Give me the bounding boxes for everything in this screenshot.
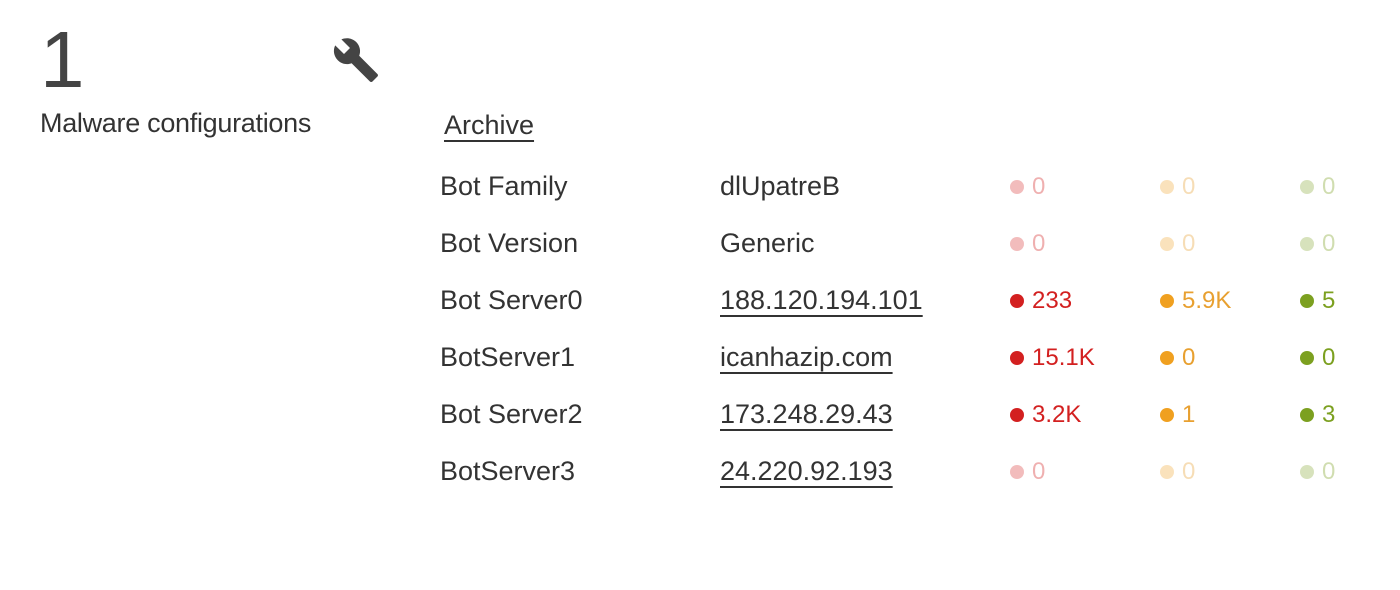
stat-orange: 0 (1160, 173, 1300, 201)
row-label: BotServer1 (440, 342, 720, 373)
stat-green: 0 (1300, 344, 1380, 372)
dot-red-icon (1010, 294, 1024, 308)
stat-value: 0 (1182, 458, 1195, 486)
stat-value: 0 (1322, 230, 1335, 258)
dot-orange-icon (1160, 408, 1174, 422)
dot-red-icon (1010, 465, 1024, 479)
dot-green-icon (1300, 294, 1314, 308)
wrench-icon (332, 36, 380, 84)
dot-green-icon (1300, 465, 1314, 479)
stat-green: 0 (1300, 173, 1380, 201)
row-label: BotServer3 (440, 456, 720, 487)
dot-orange-icon (1160, 294, 1174, 308)
row-value-link[interactable]: 173.248.29.43 (720, 399, 1010, 430)
stat-red: 3.2K (1010, 401, 1160, 429)
stat-green: 3 (1300, 401, 1380, 429)
summary-header: 1 (40, 20, 380, 100)
dot-red-icon (1010, 408, 1024, 422)
row-label: Bot Server0 (440, 285, 720, 316)
stat-value: 0 (1182, 230, 1195, 258)
summary-panel: 1 Malware configurations (40, 20, 380, 139)
row-label: Bot Version (440, 228, 720, 259)
archive-link[interactable]: Archive (440, 110, 542, 141)
stat-red: 0 (1010, 458, 1160, 486)
details-panel: Archive Bot FamilydlUpatreB000Bot Versio… (440, 20, 1380, 487)
row-value-link[interactable]: 188.120.194.101 (720, 285, 1010, 316)
config-row: BotServer1icanhazip.com 15.1K 0 0 (440, 342, 1380, 373)
row-label: Bot Family (440, 171, 720, 202)
stat-value: 0 (1182, 173, 1195, 201)
summary-label: Malware configurations (40, 108, 380, 139)
config-row: Bot FamilydlUpatreB 0 0 0 (440, 171, 1380, 202)
row-value: dlUpatreB (720, 171, 1010, 202)
stat-orange: 0 (1160, 344, 1300, 372)
stat-green: 5 (1300, 287, 1380, 315)
config-count: 1 (40, 20, 85, 100)
dot-orange-icon (1160, 351, 1174, 365)
stat-value: 233 (1032, 287, 1072, 315)
stat-value: 0 (1032, 458, 1045, 486)
stat-red: 0 (1010, 173, 1160, 201)
stat-value: 1 (1182, 401, 1195, 429)
config-row: Bot Server2173.248.29.43 3.2K 1 3 (440, 399, 1380, 430)
row-stats: 15.1K 0 0 (1010, 344, 1380, 372)
stat-value: 15.1K (1032, 344, 1095, 372)
stat-value: 0 (1032, 230, 1045, 258)
row-value-link[interactable]: 24.220.92.193 (720, 456, 1010, 487)
dot-orange-icon (1160, 237, 1174, 251)
stat-value: 3.2K (1032, 401, 1081, 429)
stat-green: 0 (1300, 230, 1380, 258)
row-stats: 0 0 0 (1010, 173, 1380, 201)
dot-green-icon (1300, 237, 1314, 251)
dot-orange-icon (1160, 180, 1174, 194)
stat-value: 5 (1322, 287, 1335, 315)
stat-green: 0 (1300, 458, 1380, 486)
stat-value: 3 (1322, 401, 1335, 429)
stat-value: 0 (1032, 173, 1045, 201)
dot-green-icon (1300, 180, 1314, 194)
row-stats: 3.2K 1 3 (1010, 401, 1380, 429)
malware-config-panel: 1 Malware configurations Archive Bot Fam… (40, 20, 1360, 487)
dot-green-icon (1300, 408, 1314, 422)
stat-red: 0 (1010, 230, 1160, 258)
stat-value: 0 (1322, 173, 1335, 201)
stat-value: 0 (1182, 344, 1195, 372)
dot-red-icon (1010, 351, 1024, 365)
stat-orange: 0 (1160, 230, 1300, 258)
dot-green-icon (1300, 351, 1314, 365)
stat-value: 5.9K (1182, 287, 1231, 315)
stat-red: 233 (1010, 287, 1160, 315)
stat-orange: 0 (1160, 458, 1300, 486)
stat-red: 15.1K (1010, 344, 1160, 372)
row-stats: 233 5.9K 5 (1010, 287, 1380, 315)
config-rows: Bot FamilydlUpatreB000Bot VersionGeneric… (440, 171, 1380, 487)
row-value: Generic (720, 228, 1010, 259)
dot-red-icon (1010, 180, 1024, 194)
config-row: Bot Server0188.120.194.101 233 5.9K 5 (440, 285, 1380, 316)
config-row: BotServer324.220.92.193 0 0 0 (440, 456, 1380, 487)
row-stats: 0 0 0 (1010, 230, 1380, 258)
stat-value: 0 (1322, 458, 1335, 486)
dot-orange-icon (1160, 465, 1174, 479)
stat-orange: 5.9K (1160, 287, 1300, 315)
stat-value: 0 (1322, 344, 1335, 372)
dot-red-icon (1010, 237, 1024, 251)
row-stats: 0 0 0 (1010, 458, 1380, 486)
row-label: Bot Server2 (440, 399, 720, 430)
stat-orange: 1 (1160, 401, 1300, 429)
row-value-link[interactable]: icanhazip.com (720, 342, 1010, 373)
config-row: Bot VersionGeneric 0 0 0 (440, 228, 1380, 259)
